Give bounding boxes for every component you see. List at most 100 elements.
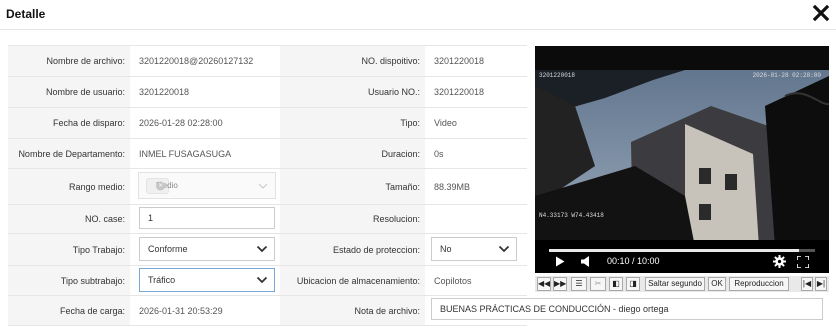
table-row: Nombre de archivo: 3201220018@2026012713…	[8, 46, 527, 77]
work-type-cell: Conforme	[130, 234, 280, 265]
close-icon[interactable]	[813, 5, 829, 21]
dialog-title: Detalle	[6, 7, 46, 21]
field-label: Fecha de carga:	[59, 305, 125, 316]
volume-icon[interactable]	[581, 256, 591, 267]
first-frame-button[interactable]: |◀	[801, 277, 813, 291]
resolution-value	[425, 205, 527, 233]
chevron-down-icon	[256, 245, 268, 253]
label-cell: Resolucion:	[280, 205, 425, 233]
size-text: 88.39MB	[434, 181, 471, 192]
label-cell: Nota de archivo:	[280, 296, 425, 325]
table-row: Tipo subtrabajo: Tráfico Ubicacion de al…	[8, 266, 527, 296]
play-icon[interactable]	[555, 256, 565, 267]
file-note-input[interactable]: BUENAS PRÁCTICAS DE CONDUCCIÓN - diego o…	[431, 298, 823, 320]
department-value: INMEL FUSAGASUGA	[130, 139, 280, 168]
field-label: Tipo Trabajo:	[72, 244, 125, 255]
chevron-down-icon	[498, 245, 510, 253]
storage-text: Copilotos	[434, 275, 472, 286]
user-no-text: 3201220018	[434, 87, 485, 97]
table-row: Rango medio: Medio × Tamaño: 88.39MB	[8, 169, 527, 205]
label-cell: Tipo:	[280, 108, 425, 138]
table-row: Fecha de disparo: 2026-01-28 02:28:00 Ti…	[8, 108, 527, 139]
dialog-header: Detalle	[0, 0, 836, 30]
label-cell: Estado de proteccion:	[280, 234, 425, 265]
subwork-type-cell: Tráfico	[130, 266, 280, 295]
label-cell: Ubicacion de almacenamiento:	[280, 266, 425, 295]
field-label: Tamaño:	[385, 181, 420, 192]
field-label: Nombre de archivo:	[46, 56, 125, 66]
last-frame-button[interactable]: ▶|	[815, 277, 827, 291]
video-overlay-gps: N4.33173 W74.43418	[539, 212, 604, 219]
table-row: NO. case: 1 Resolucion:	[8, 205, 527, 234]
field-label: Nota de archivo:	[354, 305, 420, 316]
time-display: 00:10 / 10:00	[607, 256, 660, 266]
field-label: NO. case:	[84, 214, 125, 224]
progress-bar[interactable]	[549, 249, 815, 252]
label-cell: Nombre de Departamento:	[8, 139, 130, 168]
table-row: Fecha de carga: 2026-01-31 20:53:29 Nota…	[8, 296, 823, 326]
cut-button[interactable]: ✂	[590, 277, 606, 291]
table-row: Tipo Trabajo: Conforme Estado de protecc…	[8, 234, 527, 266]
chevron-down-icon	[258, 183, 268, 189]
trigger-date-text: 2026-01-28 02:28:00	[139, 118, 223, 128]
protection-cell: No	[425, 234, 527, 265]
field-label: Resolucion:	[372, 214, 420, 224]
user-name-value: 3201220018	[130, 77, 280, 107]
field-label: Usuario NO.:	[367, 87, 420, 97]
upload-date-text: 2026-01-31 20:53:29	[139, 305, 223, 316]
field-label: Duracion:	[381, 148, 420, 159]
ok-button[interactable]: OK	[708, 277, 726, 291]
file-note-text: BUENAS PRÁCTICAS DE CONDUCCIÓN - diego o…	[440, 304, 669, 314]
forward-button[interactable]: ▶▶	[553, 277, 567, 291]
label-cell: Duracion:	[280, 139, 425, 168]
table-row: Nombre de usuario: 3201220018 Usuario NO…	[8, 77, 527, 108]
skip-seconds-button[interactable]: Saltar segundo	[645, 277, 705, 291]
protection-select[interactable]: No	[431, 237, 517, 261]
progress-fill	[549, 249, 800, 252]
field-label: Fecha de disparo:	[52, 118, 125, 128]
field-label: Ubicacion de almacenamiento:	[296, 275, 420, 286]
work-type-select[interactable]: Conforme	[139, 237, 275, 261]
list-button[interactable]: ☰	[571, 277, 587, 291]
video-overlay-id: 3201220018	[539, 72, 576, 79]
video-controls: 00:10 / 10:00	[535, 247, 829, 273]
label-cell: Fecha de carga:	[8, 296, 130, 325]
video-player[interactable]: 3201220018 2026-01-28 02:28:00 N4.33173 …	[535, 46, 829, 247]
detail-table: Nombre de archivo: 3201220018@2026012713…	[8, 45, 823, 326]
duration-value: 0s	[425, 139, 527, 168]
video-overlay-timestamp: 2026-01-28 02:28:00	[752, 72, 821, 79]
media-range-select[interactable]: Medio ×	[138, 172, 276, 199]
tag-remove-icon[interactable]: ×	[156, 181, 165, 191]
playback-button[interactable]: Reproduccion	[729, 277, 789, 291]
user-name-text: 3201220018	[139, 87, 190, 97]
file-name-value: 3201220018@20260127132	[130, 46, 280, 76]
clip-toolbar: ◀◀ ▶▶ ☰ ✂ ◧ ◨ Saltar segundo OK Reproduc…	[535, 276, 829, 292]
gear-icon[interactable]	[773, 255, 786, 268]
table-row: Nombre de Departamento: INMEL FUSAGASUGA…	[8, 139, 527, 169]
fullscreen-icon[interactable]	[797, 256, 809, 268]
case-no-input[interactable]: 1	[139, 207, 275, 229]
field-label: Tipo:	[400, 118, 420, 128]
label-cell: NO. dispoitivo:	[280, 46, 425, 76]
storage-value: Copilotos	[425, 266, 527, 295]
field-label: Estado de proteccion:	[332, 244, 420, 255]
chevron-down-icon	[256, 276, 268, 284]
upload-date-value: 2026-01-31 20:53:29	[130, 296, 280, 325]
file-name-text: 3201220018@20260127132	[139, 56, 254, 66]
case-no-text: 1	[148, 213, 154, 223]
subwork-type-select[interactable]: Tráfico	[139, 268, 275, 292]
protection-text: No	[440, 244, 452, 254]
label-cell: Usuario NO.:	[280, 77, 425, 107]
label-cell: Nombre de archivo:	[8, 46, 130, 76]
type-value: Video	[425, 108, 527, 138]
mark-end-button[interactable]: ◨	[626, 277, 640, 291]
size-value: 88.39MB	[425, 169, 527, 204]
label-cell: Tamaño:	[280, 169, 425, 204]
field-label: Rango medio:	[68, 181, 125, 192]
field-label: NO. dispoitivo:	[361, 56, 420, 66]
label-cell: NO. case:	[8, 205, 130, 233]
label-cell: Rango medio:	[8, 169, 130, 204]
mark-start-button[interactable]: ◧	[609, 277, 623, 291]
rewind-button[interactable]: ◀◀	[537, 277, 551, 291]
subwork-type-text: Tráfico	[148, 275, 176, 285]
